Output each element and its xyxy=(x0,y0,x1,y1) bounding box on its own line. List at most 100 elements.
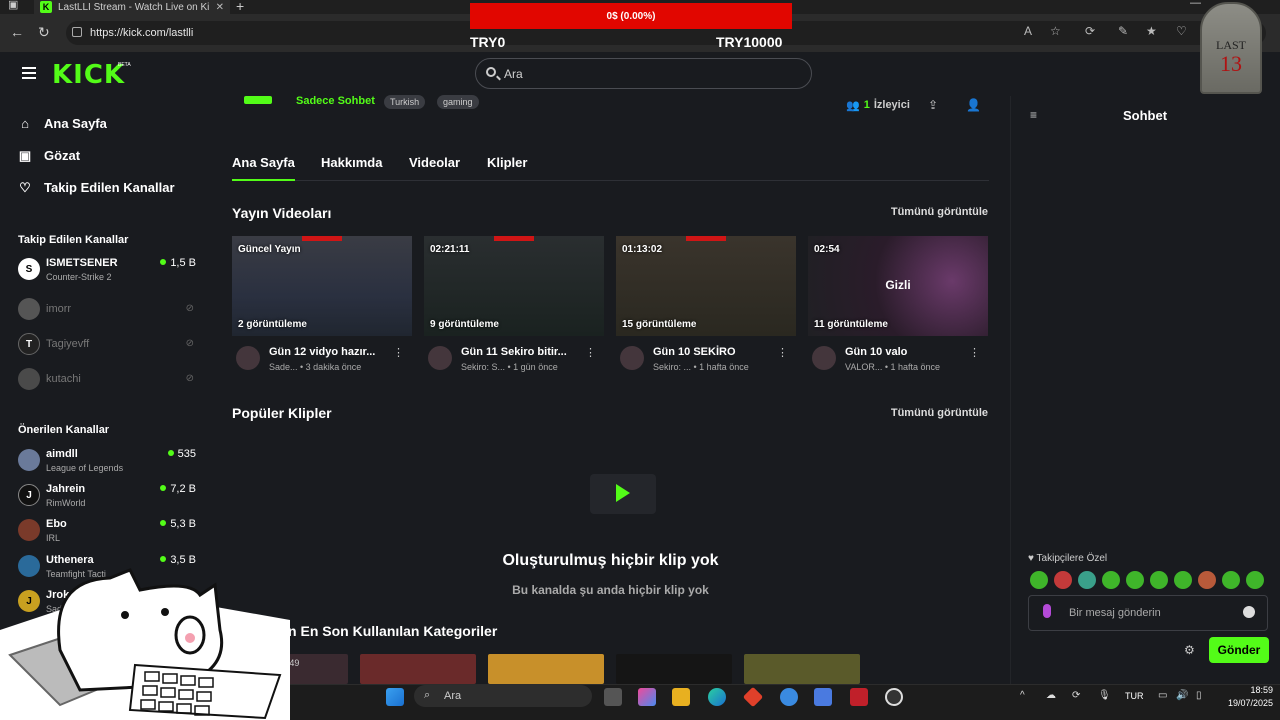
category-card[interactable] xyxy=(744,654,860,684)
emote-button[interactable] xyxy=(1222,571,1240,589)
obs-icon[interactable] xyxy=(885,688,903,706)
mcafee-icon[interactable] xyxy=(850,688,868,706)
tab-clips[interactable]: Klipler xyxy=(487,155,527,170)
tray-expand-icon[interactable]: ^ xyxy=(1020,690,1025,701)
video-info[interactable]: Gün 11 Sekiro bitir... Sekiro: S... • 1 … xyxy=(424,344,604,378)
windows-start-icon[interactable] xyxy=(386,688,404,706)
search-input[interactable]: Ara xyxy=(475,58,812,89)
taskbar-clock[interactable]: 18:59 19/07/2025 xyxy=(1221,684,1273,710)
avatar: T xyxy=(18,333,40,355)
channel-item[interactable]: imorr ⊘ xyxy=(18,297,196,327)
sidebar-item-home[interactable]: ⌂ Ana Sayfa xyxy=(18,116,107,131)
viewer-counter: 👥 1 İzleyici xyxy=(846,99,910,112)
file-explorer-icon[interactable] xyxy=(672,688,690,706)
send-button[interactable]: Gönder xyxy=(1209,637,1269,663)
video-meta: Sekiro: ... • 1 hafta önce xyxy=(653,362,749,372)
language-indicator[interactable]: TUR xyxy=(1125,691,1144,701)
donation-max-label: TRY10000 xyxy=(716,34,783,50)
favorite-star-icon[interactable]: ☆ xyxy=(1050,24,1061,38)
browser-tab[interactable]: K LastLLI Stream - Watch Live on Ki ✕ xyxy=(34,0,230,14)
videos-see-all-link[interactable]: Tümünü görüntüle xyxy=(891,206,988,218)
site-info-icon[interactable] xyxy=(72,27,82,37)
emote-button[interactable] xyxy=(1198,571,1216,589)
share-icon[interactable]: ⇪ xyxy=(928,98,938,112)
emote-button[interactable] xyxy=(1054,571,1072,589)
tag-turkish[interactable]: Turkish xyxy=(384,95,426,109)
emote-button[interactable] xyxy=(1030,571,1048,589)
onedrive-icon[interactable]: ☁ xyxy=(1046,690,1056,701)
network-icon[interactable]: ▭ xyxy=(1158,690,1167,701)
emote-button[interactable] xyxy=(1102,571,1120,589)
clips-section-title: Popüler Klipler xyxy=(232,405,332,421)
emote-button[interactable] xyxy=(1174,571,1192,589)
minimize-window-icon[interactable]: — xyxy=(1190,0,1201,9)
viewer-count: 1,5 B xyxy=(160,257,196,269)
video-info[interactable]: Gün 10 valo VALOR... • 1 hafta önce ⋮ xyxy=(808,344,988,378)
read-aloud-icon[interactable]: A xyxy=(1024,24,1032,38)
emote-button[interactable] xyxy=(1150,571,1168,589)
edge-browser-icon[interactable] xyxy=(708,688,726,706)
copilot-icon[interactable] xyxy=(638,688,656,706)
refresh-extension-icon[interactable]: ⟳ xyxy=(1085,24,1095,38)
channel-item[interactable]: T Tagiyevff ⊘ xyxy=(18,332,196,362)
emoji-picker-icon[interactable] xyxy=(1243,606,1255,618)
volume-icon[interactable]: 🔊 xyxy=(1176,690,1188,701)
category-card[interactable] xyxy=(360,654,476,684)
battery-icon[interactable]: ▯ xyxy=(1196,690,1202,701)
tag-gaming[interactable]: gaming xyxy=(437,95,479,109)
taskbar-search-input[interactable]: ⌕ Ara xyxy=(414,685,592,707)
sidebar-item-browse[interactable]: ▣ Gözat xyxy=(18,148,80,164)
task-view-icon[interactable] xyxy=(604,688,622,706)
channel-item[interactable]: Ebo IRL 5,3 B xyxy=(18,518,196,548)
tombstone-overlay: LAST 13 xyxy=(1200,2,1262,94)
heart-icon[interactable]: ♡ xyxy=(1176,24,1187,38)
channel-item[interactable]: S ISMETSENER Counter-Strike 2 1,5 B xyxy=(18,257,196,287)
video-views: 11 görüntüleme xyxy=(814,319,888,330)
video-info[interactable]: Gün 10 SEKİRO Sekiro: ... • 1 hafta önce… xyxy=(616,344,796,378)
reload-icon[interactable]: ↻ xyxy=(38,24,50,41)
clips-see-all-link[interactable]: Tümünü görüntüle xyxy=(891,407,988,419)
channel-item[interactable]: kutachi ⊘ xyxy=(18,367,196,397)
channel-category[interactable]: Sadece Sohbet xyxy=(296,95,375,107)
extensions-icon[interactable]: ✎ xyxy=(1118,24,1128,38)
tab-about[interactable]: Hakkımda xyxy=(321,155,382,170)
store-icon[interactable] xyxy=(814,688,832,706)
kick-logo[interactable]: KICK xyxy=(52,60,125,90)
emote-button[interactable] xyxy=(1246,571,1264,589)
chat-settings-gear-icon[interactable]: ⚙ xyxy=(1184,643,1195,657)
chat-message-input[interactable]: Bir mesaj gönderin xyxy=(1028,595,1268,631)
video-thumbnail[interactable]: 02:21:11 9 görüntüleme xyxy=(424,236,604,336)
browser-app-icon[interactable] xyxy=(780,688,798,706)
video-thumbnail[interactable]: 02:54 Gizli 11 görüntüleme xyxy=(808,236,988,336)
category-card[interactable] xyxy=(488,654,604,684)
video-info[interactable]: Gün 12 vidyo hazır... Sade... • 3 dakika… xyxy=(232,344,412,378)
back-icon[interactable]: ← xyxy=(10,24,24,40)
video-thumbnail[interactable]: Güncel Yayın 2 görüntüleme xyxy=(232,236,412,336)
category-card[interactable] xyxy=(616,654,732,684)
sync-icon[interactable]: ⟳ xyxy=(1072,690,1080,701)
more-options-icon[interactable]: ⋮ xyxy=(969,346,980,359)
tab-home[interactable]: Ana Sayfa xyxy=(232,155,295,170)
more-options-icon[interactable]: ⋮ xyxy=(777,346,788,359)
microphone-icon[interactable] xyxy=(1043,604,1051,618)
channel-item[interactable]: J Jahrein RimWorld 7,2 B xyxy=(18,483,196,513)
video-thumbnail[interactable]: 01:13:02 15 görüntüleme xyxy=(616,236,796,336)
favorites-icon[interactable]: ★ xyxy=(1146,24,1157,38)
emote-button[interactable] xyxy=(1126,571,1144,589)
channel-item[interactable]: aimdll League of Legends 535 xyxy=(18,448,196,478)
microphone-tray-icon[interactable]: 🎙 xyxy=(1098,690,1111,701)
followers-only-label: Takipçilere Özel xyxy=(1036,553,1108,564)
emote-button[interactable] xyxy=(1078,571,1096,589)
video-views: 15 görüntüleme xyxy=(622,319,697,330)
follow-user-icon[interactable]: 👤 xyxy=(966,98,981,112)
new-tab-icon[interactable]: + xyxy=(236,0,244,14)
more-options-icon[interactable]: ⋮ xyxy=(393,346,404,359)
videos-section-title: Yayın Videoları xyxy=(232,205,332,221)
tab-videos[interactable]: Videolar xyxy=(409,155,460,170)
tombstone-number: 13 xyxy=(1220,51,1242,76)
close-tab-icon[interactable]: ✕ xyxy=(216,2,224,13)
more-options-icon[interactable]: ⋮ xyxy=(585,346,596,359)
sidebar-item-following[interactable]: ♡ Takip Edilen Kanallar xyxy=(18,180,174,196)
menu-icon[interactable] xyxy=(22,67,36,79)
sidebar-toggle-icon[interactable]: ▣ xyxy=(8,0,18,11)
